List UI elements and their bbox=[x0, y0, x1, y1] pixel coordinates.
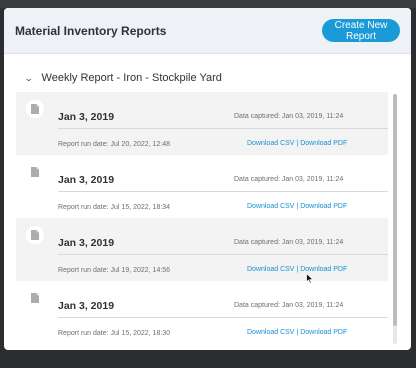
report-group-label: Weekly Report - Iron - Stockpile Yard bbox=[41, 72, 222, 84]
divider bbox=[58, 128, 388, 129]
scrollbar-thumb[interactable] bbox=[393, 94, 397, 326]
page-backdrop bbox=[0, 0, 416, 8]
modal-body: ⌄ Weekly Report - Iron - Stockpile Yard … bbox=[4, 54, 411, 350]
report-list: Jan 3, 2019 Data captured: Jan 03, 2019,… bbox=[16, 92, 388, 344]
report-date: Jan 3, 2019 bbox=[58, 237, 115, 249]
report-item: Jan 3, 2019 Data captured: Jan 03, 2019,… bbox=[16, 155, 388, 218]
create-new-report-button[interactable]: Create New Report bbox=[322, 19, 400, 42]
download-csv-link[interactable]: Download CSV bbox=[247, 329, 294, 336]
document-icon bbox=[26, 100, 44, 118]
report-date: Jan 3, 2019 bbox=[58, 300, 115, 312]
download-links: Download CSV | Download PDF bbox=[247, 140, 347, 147]
report-group-toggle[interactable]: ⌄ Weekly Report - Iron - Stockpile Yard bbox=[23, 72, 222, 84]
download-csv-link[interactable]: Download CSV bbox=[247, 203, 294, 210]
download-links: Download CSV | Download PDF bbox=[247, 266, 347, 273]
divider bbox=[58, 317, 388, 318]
report-date: Jan 3, 2019 bbox=[58, 111, 115, 123]
data-captured: Data captured: Jan 03, 2019, 11:24 bbox=[234, 113, 344, 120]
mouse-cursor-icon bbox=[306, 273, 314, 284]
modal-title: Material Inventory Reports bbox=[15, 23, 167, 38]
document-icon bbox=[26, 226, 44, 244]
chevron-down-icon: ⌄ bbox=[23, 72, 34, 83]
report-item: Jan 3, 2019 Data captured: Jan 03, 2019,… bbox=[16, 218, 388, 281]
data-captured: Data captured: Jan 03, 2019, 11:24 bbox=[234, 302, 344, 309]
report-run-date: Report run date: Jul 15, 2022, 18:34 bbox=[58, 204, 171, 211]
document-icon bbox=[26, 163, 44, 181]
download-pdf-link[interactable]: Download PDF bbox=[300, 329, 347, 336]
download-links: Download CSV | Download PDF bbox=[247, 329, 347, 336]
download-csv-link[interactable]: Download CSV bbox=[247, 266, 294, 273]
modal-header: Material Inventory Reports Create New Re… bbox=[4, 8, 411, 54]
report-item: Jan 3, 2019 Data captured: Jan 03, 2019,… bbox=[16, 281, 388, 344]
divider bbox=[58, 191, 388, 192]
report-run-date: Report run date: Jul 15, 2022, 18:30 bbox=[58, 330, 171, 337]
download-pdf-link[interactable]: Download PDF bbox=[300, 140, 347, 147]
reports-modal: Material Inventory Reports Create New Re… bbox=[4, 8, 411, 350]
data-captured: Data captured: Jan 03, 2019, 11:24 bbox=[234, 239, 344, 246]
report-run-date: Report run date: Jul 20, 2022, 12:48 bbox=[58, 141, 171, 148]
download-pdf-link[interactable]: Download PDF bbox=[300, 266, 347, 273]
data-captured: Data captured: Jan 03, 2019, 11:24 bbox=[234, 176, 344, 183]
report-item: Jan 3, 2019 Data captured: Jan 03, 2019,… bbox=[16, 92, 388, 155]
download-pdf-link[interactable]: Download PDF bbox=[300, 203, 347, 210]
document-icon bbox=[26, 289, 44, 307]
download-csv-link[interactable]: Download CSV bbox=[247, 140, 294, 147]
report-run-date: Report run date: Jul 19, 2022, 14:56 bbox=[58, 267, 171, 274]
download-links: Download CSV | Download PDF bbox=[247, 203, 347, 210]
report-date: Jan 3, 2019 bbox=[58, 174, 115, 186]
divider bbox=[58, 254, 388, 255]
